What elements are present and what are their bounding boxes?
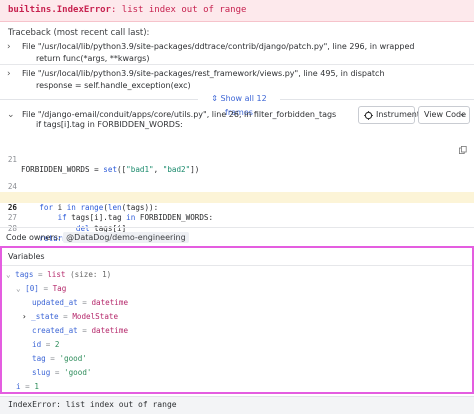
variable-row: slug = 'good' [32,368,92,377]
divider [0,64,474,65]
variable-type: list [47,270,66,279]
footer-error-text: IndexError: list index out of range [8,400,177,409]
variable-row: id = 2 [32,340,60,349]
variable-name: tag [32,354,46,363]
chevron-right-icon[interactable]: › [22,312,27,321]
chevron-down-icon: ⌄ [459,109,466,118]
frame-code: return func(*args, **kwargs) [36,54,150,63]
stack-frame[interactable]: › File "/usr/local/lib/python3.9/site-pa… [0,42,474,66]
variables-panel: Variables ⌄ tags = list (size: 1) ⌄ [0] … [0,246,474,394]
variable-row[interactable]: ⌄ tags = list (size: 1) [6,270,111,279]
chevron-down-icon[interactable]: ⌄ [7,110,15,120]
expand-icon: ⇕ [211,94,218,103]
variable-name: tags [15,270,34,279]
code-line: 27 del tags[i] [0,203,474,233]
variable-type: Tag [52,284,67,293]
variable-type: datetime [91,326,129,335]
variable-row: updated_at = datetime [32,298,129,307]
variable-row[interactable]: ⌄ [0] = Tag [16,284,66,293]
variable-name: i [16,382,21,391]
instrument-button[interactable]: Instrument [358,106,420,124]
instrument-label: Instrument [376,110,421,119]
variable-value: 1 [34,382,39,391]
code-owners-label: Code owners: [6,233,61,242]
variable-name: [0] [25,284,39,293]
variable-name: _state [31,312,59,321]
show-all-frames-button[interactable]: ⇕ Show all 12 frames [198,92,280,117]
frame-code: if tags[i].tag in FORBIDDEN_WORDS: [36,120,183,129]
error-type: builtins.IndexError [8,5,111,15]
code-owner-team[interactable]: @DataDog/demo-engineering [63,232,189,243]
variable-value: 'good' [64,368,92,377]
show-all-frames: ⇕ Show all 12 frames [0,92,474,117]
chevron-down-icon[interactable]: ⌄ [6,270,11,279]
error-header: builtins.IndexError: list index out of r… [0,0,474,22]
variable-row[interactable]: › _state = ModelState [22,312,118,321]
view-code-button[interactable]: View Code ⌄ [418,106,470,124]
error-message: : list index out of range [110,5,247,15]
divider [2,265,472,266]
variables-title: Variables [8,252,45,261]
code-owners: Code owners: @DataDog/demo-engineering [6,232,189,243]
variable-value: 2 [54,340,60,349]
variable-meta: (size: 1) [70,270,112,279]
code-line: 21 FORBIDDEN_WORDS = set(["bad1", "bad2"… [0,144,474,175]
code-line: 24 def filter_forbidden_tags(tags): [0,171,474,202]
variable-name: updated_at [32,298,78,307]
variable-type: datetime [91,298,129,307]
code-line-highlighted: 26 if tags[i].tag in FORBIDDEN_WORDS: [0,192,474,222]
code-line: 25 for i in range(len(tags)): [0,182,474,212]
stack-frame[interactable]: › File "/usr/local/lib/python3.9/site-pa… [0,69,474,93]
code-line: 28 return tags [0,213,474,244]
variable-name: slug [32,368,51,377]
frame-location: File "/django-email/conduit/apps/core/ut… [22,110,337,119]
variable-name: id [32,340,42,349]
variable-name: created_at [32,326,78,335]
chevron-down-icon[interactable]: ⌄ [16,284,21,293]
variable-type: ModelState [72,312,119,321]
instrument-icon [364,111,373,120]
line-number: 21 [7,154,17,164]
divider [0,227,474,228]
traceback-title: Traceback (most recent call last): [8,28,150,38]
error-footer: IndexError: list index out of range [0,396,474,414]
variable-row: created_at = datetime [32,326,129,335]
error-title: builtins.IndexError: list index out of r… [8,5,246,15]
frame-location: File "/usr/local/lib/python3.9/site-pack… [22,69,385,78]
chevron-right-icon[interactable]: › [7,42,11,52]
frame-location: File "/usr/local/lib/python3.9/site-pack… [22,42,415,51]
variable-row: i = 1 [16,382,39,391]
frame-code: response = self.handle_exception(exc) [36,81,191,90]
chevron-right-icon[interactable]: › [7,69,11,79]
variable-value: 'good' [59,354,87,363]
variable-row: tag = 'good' [32,354,87,363]
